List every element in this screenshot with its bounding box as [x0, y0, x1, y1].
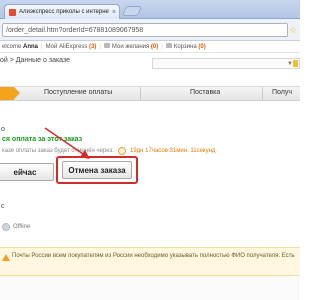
my-aliexpress-count: (3) — [89, 43, 97, 50]
progress-step-delivery: Поставка — [190, 89, 221, 96]
search-button-icon[interactable] — [293, 60, 298, 67]
globe-icon — [2, 223, 10, 231]
seller-section-label: с — [1, 203, 5, 210]
nav-separator: | — [161, 43, 163, 50]
site-top-nav: elcome Anna | Мой AliExpress (3) | Мои ж… — [0, 41, 300, 53]
seller-online-status: Offline — [2, 223, 30, 231]
notice-text: Почты России всем покупателям из России … — [12, 253, 295, 259]
heart-icon — [103, 43, 110, 48]
new-tab-button[interactable] — [122, 6, 142, 16]
cart-label: Корзина — [173, 44, 197, 50]
order-progress-bar: Поступление оплаты Поставка Получ — [0, 86, 300, 101]
cart-icon — [165, 43, 172, 48]
online-status-text: Offline — [13, 224, 31, 230]
progress-step-payment: Поступление оплаты — [44, 89, 113, 96]
progress-divider — [262, 87, 263, 100]
order-status-text: ся оплата за этот заказ — [2, 136, 83, 143]
clock-icon — [118, 147, 126, 155]
warning-icon — [2, 254, 10, 261]
delivery-notice: Почты России всем покупателям из России … — [0, 247, 300, 276]
progress-completed-segment — [0, 87, 14, 100]
order-section-label: о — [1, 126, 5, 133]
aliexpress-favicon-icon — [9, 8, 16, 16]
my-aliexpress-link[interactable]: Мой AliExpress (3) — [46, 44, 97, 50]
progress-divider — [140, 87, 141, 100]
search-box[interactable]: ▼ — [152, 58, 300, 69]
cancel-countdown: 19дн 17часов 31мин. 11секунд — [130, 148, 216, 154]
tab-close-icon[interactable]: × — [109, 9, 119, 16]
browser-tab-strip: Алиэкспресс приколы с интернетом ... × — [0, 0, 300, 19]
cancel-order-button[interactable]: Отмена заказа — [62, 161, 132, 179]
my-aliexpress-label: Мой AliExpress — [45, 43, 88, 50]
progress-step-receive: Получ — [272, 89, 293, 96]
welcome-prefix: elcome — [2, 43, 22, 50]
breadcrumb[interactable]: ой > Данные о заказе — [0, 57, 70, 64]
auto-cancel-info: казе оплаты заказ будет отменён через: — [2, 148, 114, 154]
page-bottom-area — [0, 276, 300, 300]
nav-separator: | — [99, 43, 101, 50]
address-bar: /order_detail.htm?orderId=67881089067958… — [0, 19, 300, 41]
bookmark-star-icon[interactable]: ☆ — [289, 25, 297, 36]
cart-count: (0) — [198, 44, 206, 50]
browser-tab[interactable]: Алиэкспресс приколы с интернетом ... × — [4, 4, 120, 19]
user-name[interactable]: Anna — [23, 44, 38, 50]
url-field[interactable]: /order_detail.htm?orderId=67881089067958 — [2, 23, 288, 37]
pay-now-button[interactable]: ейчас — [0, 163, 54, 181]
welcome-text: elcome Anna — [2, 44, 38, 50]
cart-link[interactable]: Корзина (0) — [165, 43, 206, 50]
favorites-count: (0) — [150, 44, 159, 50]
favorites-link[interactable]: Мои желания (0) — [103, 43, 159, 50]
tab-title: Алиэкспресс приколы с интернетом ... — [19, 9, 109, 15]
nav-separator: | — [41, 43, 43, 50]
favorites-label: Мои желания — [111, 44, 150, 50]
progress-arrow-icon — [14, 87, 20, 99]
